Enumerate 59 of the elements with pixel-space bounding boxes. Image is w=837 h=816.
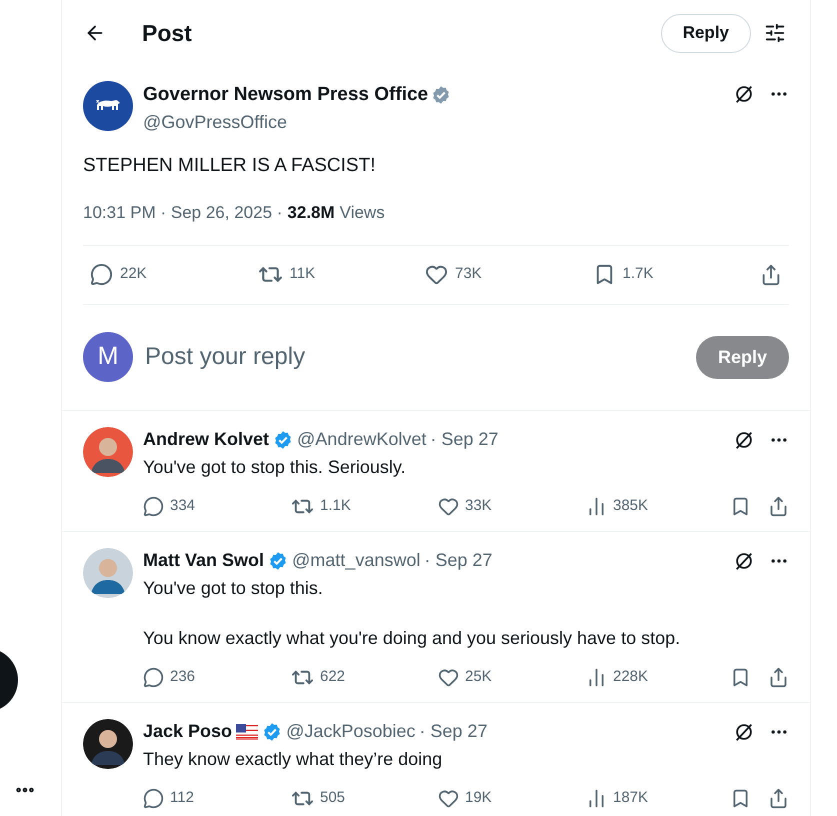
author-handle[interactable]: @matt_vanswol (292, 547, 420, 574)
author-name[interactable]: Matt Van Swol (143, 547, 264, 574)
comment-icon (143, 667, 164, 688)
reply-text: You know exactly what you're doing and you seriously have to stop. (143, 626, 682, 650)
author-name[interactable]: Jack Poso (143, 718, 232, 745)
author-handle[interactable]: @GovPressOffice (143, 108, 452, 136)
views-action[interactable]: 385K (586, 495, 648, 518)
views-label: Views (340, 202, 385, 224)
verified-badge-icon (273, 430, 294, 450)
heart-icon (438, 496, 459, 517)
bookmark-action[interactable]: 1.7K (592, 263, 672, 286)
reply-date[interactable]: · Sep 27 (424, 547, 492, 574)
like-action[interactable]: 33K (438, 495, 586, 518)
heart-icon (438, 788, 459, 809)
reply-button[interactable]: Reply (660, 14, 751, 52)
heart-icon (438, 667, 459, 688)
views-action[interactable]: 228K (586, 666, 648, 689)
share-icon[interactable] (760, 264, 782, 286)
like-action[interactable]: 25K (438, 666, 586, 689)
repost-action[interactable]: 505 (291, 787, 438, 810)
repost-action[interactable]: 1.1K (291, 495, 438, 518)
like-action[interactable]: 73K (425, 263, 505, 286)
reply-text: They know exactly what they’re doing (143, 748, 444, 770)
views-action[interactable]: 187K (586, 787, 648, 810)
author-handle[interactable]: @JackPosobiec (286, 718, 416, 745)
reply-text: You've got to stop this. Seriously. (143, 456, 407, 478)
reply-action[interactable]: 22K (90, 263, 170, 286)
repost-action[interactable]: 11K (258, 262, 338, 287)
avatar[interactable] (83, 718, 133, 768)
author-name[interactable]: Andrew Kolvet (143, 426, 270, 453)
comment-icon (143, 788, 164, 809)
comment-icon (143, 496, 164, 517)
share-icon[interactable] (768, 496, 789, 517)
post-timestamp[interactable]: 10:31 PM · Sep 26, 2025 · (83, 200, 282, 226)
view-count: 32.8M (287, 202, 335, 224)
post-text: STEPHEN MILLER IS A FASCIST! (83, 154, 376, 178)
verified-badge-icon (431, 85, 452, 106)
reply-action[interactable]: 112 (143, 787, 291, 810)
account-logo[interactable] (83, 81, 133, 131)
flag-icon (236, 724, 258, 740)
share-icon[interactable] (768, 667, 789, 688)
share-icon[interactable] (768, 788, 789, 809)
reply-date[interactable]: · Sep 27 (430, 426, 498, 453)
verified-badge-icon (268, 550, 288, 570)
verified-badge-icon (262, 722, 282, 742)
page-title: Post (142, 18, 192, 48)
repost-action[interactable]: 622 (291, 666, 438, 689)
reply-action[interactable]: 236 (143, 666, 291, 689)
reply-text: You've got to stop this. (143, 576, 324, 600)
like-action[interactable]: 19K (438, 787, 586, 810)
author-name[interactable]: Governor Newsom Press Office (143, 81, 428, 110)
slashed-circle-icon[interactable] (733, 83, 755, 105)
comment-icon (90, 263, 113, 286)
reply-action[interactable]: 334 (143, 495, 291, 518)
author-handle[interactable]: @AndrewKolvet (297, 426, 426, 453)
filter-icon[interactable] (764, 22, 786, 44)
reply-date[interactable]: · Sep 27 (419, 718, 488, 745)
heart-icon (425, 263, 448, 286)
avatar[interactable] (83, 426, 133, 476)
